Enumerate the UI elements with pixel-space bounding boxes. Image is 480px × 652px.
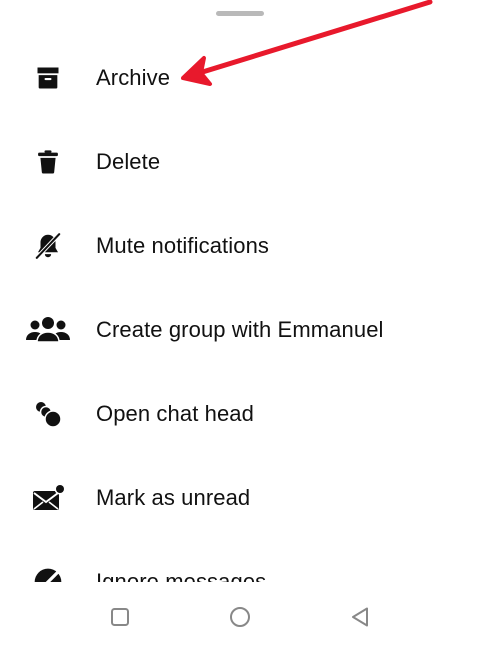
menu-item-label: Create group with Emmanuel (96, 317, 384, 342)
circle-home-icon[interactable] (225, 602, 255, 632)
triangle-back-icon[interactable] (345, 602, 375, 632)
archive-icon (24, 58, 72, 98)
menu-item-label: Archive (96, 65, 171, 90)
menu-item-mark-as-unread[interactable]: Mark as unread (0, 456, 480, 540)
menu-item-label: Ignore messages (96, 569, 267, 582)
chat-head-icon (24, 394, 72, 434)
ignore-icon (24, 562, 72, 582)
square-recents-icon[interactable] (105, 602, 135, 632)
system-navigation-bar (0, 582, 480, 652)
conversation-options-menu: Archive Delete Mute notifications Create… (0, 36, 480, 582)
menu-item-create-group[interactable]: Create group with Emmanuel (0, 288, 480, 372)
menu-item-archive[interactable]: Archive (0, 36, 480, 120)
menu-item-ignore-messages[interactable]: Ignore messages (0, 540, 480, 582)
group-icon (24, 310, 72, 350)
trash-icon (24, 142, 72, 182)
bell-off-icon (24, 226, 72, 266)
menu-item-open-chat-head[interactable]: Open chat head (0, 372, 480, 456)
menu-item-label: Delete (96, 149, 161, 174)
menu-item-label: Mute notifications (96, 233, 269, 258)
menu-item-delete[interactable]: Delete (0, 120, 480, 204)
menu-item-mute-notifications[interactable]: Mute notifications (0, 204, 480, 288)
mail-unread-icon (24, 478, 72, 518)
bottom-sheet: Archive Delete Mute notifications Create… (0, 0, 480, 652)
drag-handle[interactable] (216, 11, 264, 16)
menu-item-label: Open chat head (96, 401, 254, 426)
menu-item-label: Mark as unread (96, 485, 251, 510)
